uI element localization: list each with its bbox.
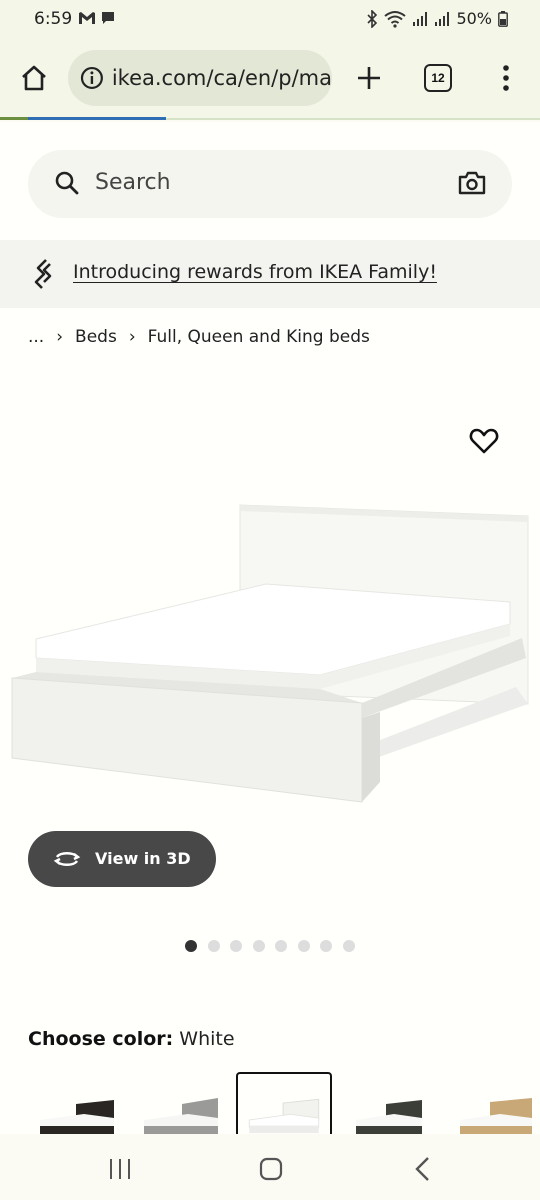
breadcrumb-ellipsis[interactable]: ... bbox=[28, 327, 44, 347]
swatch-white[interactable] bbox=[236, 1072, 332, 1134]
rotate-3d-icon bbox=[53, 852, 81, 866]
carousel-dot-8[interactable] bbox=[342, 940, 355, 952]
new-tab-button[interactable] bbox=[350, 58, 388, 98]
swatch-oak[interactable] bbox=[448, 1072, 540, 1134]
signal-icon-2 bbox=[435, 11, 450, 26]
browser-toolbar: ikea.com/ca/en/p/ma 12 bbox=[0, 38, 540, 120]
carousel-dot-6[interactable] bbox=[297, 940, 310, 952]
battery-percent: 50% bbox=[456, 9, 492, 28]
chat-icon bbox=[102, 12, 114, 24]
rewards-icon bbox=[34, 259, 52, 289]
home-icon bbox=[22, 65, 46, 91]
chevron-right-icon: › bbox=[56, 327, 64, 347]
signal-icon bbox=[413, 11, 428, 26]
status-bar: 6:59 50% bbox=[0, 0, 540, 38]
breadcrumb: ... › Beds › Full, Queen and King beds bbox=[28, 327, 370, 347]
recent-apps-icon[interactable] bbox=[108, 1158, 132, 1180]
status-right: 50% bbox=[366, 9, 508, 28]
carousel-dot-7[interactable] bbox=[320, 940, 332, 952]
view-in-3d-label: View in 3D bbox=[95, 849, 191, 868]
bluetooth-icon bbox=[367, 9, 378, 28]
battery-icon bbox=[498, 10, 508, 27]
search-icon bbox=[55, 171, 79, 195]
product-image-bed[interactable] bbox=[0, 482, 540, 822]
system-nav-bar bbox=[0, 1134, 540, 1200]
rewards-banner[interactable]: Introducing rewards from IKEA Family! bbox=[0, 240, 540, 308]
url-text: ikea.com/ca/en/p/ma bbox=[111, 66, 332, 90]
progress-bar-green bbox=[0, 117, 28, 120]
search-bar[interactable]: Search bbox=[28, 150, 512, 218]
page-content: Search Introducing rewards from IKEA Fam… bbox=[0, 122, 540, 1134]
breadcrumb-item-beds[interactable]: Beds bbox=[75, 327, 117, 347]
back-nav-icon[interactable] bbox=[414, 1156, 432, 1182]
carousel-dot-4[interactable] bbox=[252, 940, 265, 952]
heart-icon[interactable] bbox=[468, 425, 500, 457]
home-button[interactable] bbox=[14, 58, 54, 98]
breadcrumb-item-full-queen-king[interactable]: Full, Queen and King beds bbox=[148, 327, 370, 347]
carousel-dot-1[interactable] bbox=[185, 940, 197, 952]
chevron-right-icon: › bbox=[128, 327, 136, 347]
plus-icon bbox=[358, 67, 380, 89]
swatch-gray[interactable] bbox=[136, 1072, 232, 1134]
status-time: 6:59 bbox=[34, 9, 73, 29]
wifi-icon bbox=[384, 10, 407, 28]
swatch-dark-gray[interactable] bbox=[346, 1072, 442, 1134]
carousel-dot-3[interactable] bbox=[230, 940, 242, 952]
selected-color-value: White bbox=[179, 1028, 235, 1050]
site-info-icon[interactable] bbox=[80, 66, 104, 90]
camera-icon[interactable] bbox=[458, 170, 486, 196]
color-swatches bbox=[0, 1072, 540, 1134]
search-placeholder: Search bbox=[95, 170, 171, 195]
home-nav-icon[interactable] bbox=[259, 1157, 283, 1181]
tab-count: 12 bbox=[431, 71, 445, 85]
carousel-dot-5[interactable] bbox=[275, 940, 287, 952]
more-vert-icon bbox=[503, 65, 509, 91]
notification-icons bbox=[78, 10, 116, 26]
swatch-black-brown[interactable] bbox=[30, 1072, 126, 1134]
tab-switcher-button[interactable]: 12 bbox=[424, 64, 452, 92]
progress-bar-blue bbox=[28, 117, 166, 120]
carousel-dot-2[interactable] bbox=[207, 940, 220, 952]
rewards-link[interactable]: Introducing rewards from IKEA Family! bbox=[73, 261, 437, 283]
address-bar[interactable]: ikea.com/ca/en/p/ma bbox=[68, 50, 332, 106]
carousel-dots bbox=[185, 940, 355, 952]
choose-color-text: Choose color: bbox=[28, 1028, 174, 1050]
gmail-icon bbox=[79, 12, 95, 24]
browser-menu-button[interactable] bbox=[490, 58, 522, 98]
color-choice-label: Choose color: White bbox=[28, 1028, 235, 1050]
view-in-3d-button[interactable]: View in 3D bbox=[28, 831, 216, 887]
